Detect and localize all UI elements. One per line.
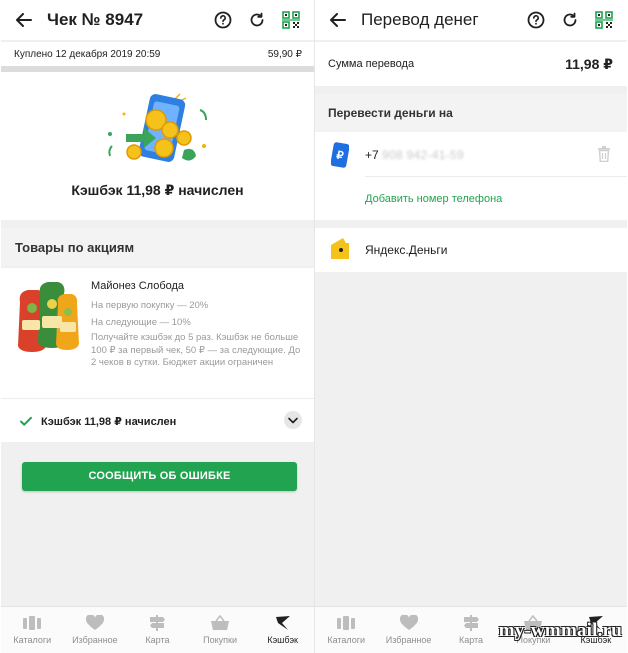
- basket-icon: [211, 615, 230, 630]
- nav-label: Карта: [145, 635, 170, 645]
- nav-label: Кэшбэк: [267, 635, 298, 645]
- nav-label: Карта: [458, 635, 484, 645]
- cashback-status: Кэшбэк 11,98 ₽ начислен: [19, 414, 176, 428]
- check-icon: [20, 416, 32, 426]
- cashback-phone-illustration: [108, 93, 207, 162]
- help-icon[interactable]: [212, 9, 234, 31]
- report-error-button[interactable]: СООБЩИТЬ ОБ ОШИБКЕ: [22, 462, 297, 491]
- nav-label: Избранное: [72, 635, 118, 645]
- trash-icon[interactable]: [597, 146, 611, 162]
- bottom-navigation: Каталоги Избранное Карта Покупки Кэшбэк: [1, 606, 314, 653]
- back-arrow-icon[interactable]: [13, 9, 35, 31]
- heart-icon: [399, 615, 418, 630]
- transfer-sum-row: Сумма перевода 11,98 ₽: [315, 42, 627, 86]
- first-purchase-rate: На первую покупку — 20%: [91, 300, 209, 311]
- refresh-icon[interactable]: [246, 9, 268, 31]
- divider: [1, 398, 314, 399]
- nav-label: Избранное: [385, 635, 432, 645]
- yandex-money-option[interactable]: Яндекс.Деньги: [315, 228, 627, 272]
- transfer-screen: Перевод денег Сумма перевода 11,98 ₽ Пер…: [314, 0, 627, 653]
- nav-item-map[interactable]: Карта: [440, 607, 502, 653]
- next-purchase-rate: На следующие — 10%: [91, 317, 191, 328]
- nav-label: Каталоги: [327, 635, 366, 645]
- heart-icon: [85, 615, 104, 630]
- nav-item-favorites[interactable]: Избранное: [64, 607, 127, 653]
- purchase-date: Куплено 12 декабря 2019 20:59: [14, 48, 161, 60]
- nav-item-purchases[interactable]: Покупки: [189, 607, 252, 653]
- purchase-amount: 59,90 ₽: [267, 48, 302, 60]
- cashback-icon: [275, 616, 290, 630]
- phone-wallet-icon: ₽: [331, 142, 349, 168]
- yandex-wallet-icon: [331, 238, 349, 259]
- divider: [365, 176, 627, 177]
- signpost-icon: [150, 615, 166, 631]
- sum-label: Сумма перевода: [328, 58, 415, 70]
- promo-description: Получайте кэшбэк до 5 раз. Кэшбэк не бол…: [91, 332, 301, 368]
- nav-item-catalogs[interactable]: Каталоги: [1, 607, 64, 653]
- catalog-icon: [337, 616, 356, 630]
- page-title: Чек № 8947: [47, 10, 144, 29]
- refresh-icon[interactable]: [559, 9, 581, 31]
- wallet-name: Яндекс.Деньги: [365, 243, 448, 257]
- help-icon[interactable]: [525, 9, 547, 31]
- cashback-message: Кэшбэк 11,98 ₽ начислен: [71, 182, 244, 198]
- transfer-app-bar: Перевод денег: [315, 0, 627, 40]
- sum-value: 11,98 ₽: [565, 55, 613, 72]
- cashback-card: Кэшбэк 11,98 ₽ начислен: [1, 72, 314, 220]
- phone-card: ₽ +7 908 942-41-59 Добавить номер телефо…: [315, 132, 627, 220]
- back-arrow-icon[interactable]: [327, 9, 349, 31]
- phone-number[interactable]: +7 908 942-41-59: [365, 148, 464, 162]
- mayonnaise-product-image: [18, 282, 79, 352]
- qr-scan-icon[interactable]: [280, 9, 302, 31]
- purchase-info-row: Куплено 12 декабря 2019 20:59 59,90 ₽: [1, 42, 314, 66]
- watermark: my-wmmail.ru: [498, 620, 622, 641]
- nav-label: Покупки: [203, 635, 237, 645]
- add-phone-link[interactable]: Добавить номер телефона: [365, 193, 502, 205]
- product-card[interactable]: Майонез Слобода На первую покупку — 20% …: [1, 268, 314, 442]
- page-title: Перевод денег: [361, 10, 479, 29]
- catalog-icon: [23, 616, 42, 630]
- nav-label: Каталоги: [13, 635, 52, 645]
- receipt-screen: Чек № 8947 Куплено 12 декабря 2019 20:59…: [1, 0, 314, 653]
- phone-masked: 908 942-41-59: [382, 148, 464, 162]
- nav-item-map[interactable]: Карта: [126, 607, 189, 653]
- nav-item-favorites[interactable]: Избранное: [377, 607, 439, 653]
- cashback-status-label: Кэшбэк 11,98 ₽ начислен: [41, 415, 177, 428]
- nav-item-cashback[interactable]: Кэшбэк: [251, 607, 314, 653]
- qr-scan-icon[interactable]: [593, 9, 615, 31]
- transfer-to-title: Перевести деньги на: [315, 94, 627, 132]
- signpost-icon: [464, 615, 480, 631]
- phone-prefix: +7: [365, 148, 379, 162]
- product-name: Майонез Слобода: [91, 280, 185, 292]
- receipt-app-bar: Чек № 8947: [1, 0, 314, 40]
- chevron-down-icon[interactable]: [284, 411, 302, 429]
- promo-section-title: Товары по акциям: [1, 228, 314, 266]
- nav-item-catalogs[interactable]: Каталоги: [315, 607, 377, 653]
